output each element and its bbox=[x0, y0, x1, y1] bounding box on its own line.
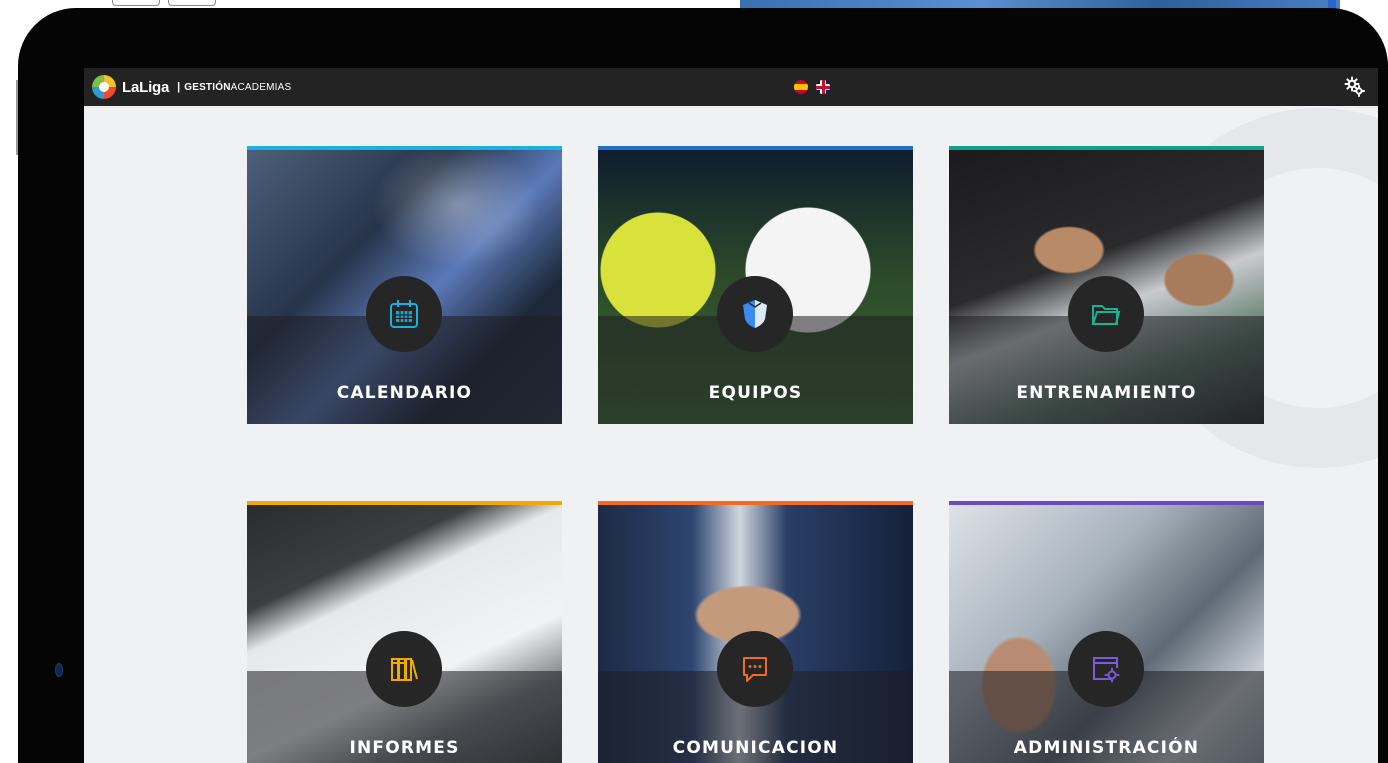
tile-label: INFORMES bbox=[349, 738, 460, 758]
tile-accent-line bbox=[598, 501, 913, 505]
tile-label: ADMINISTRACIÓN bbox=[1013, 738, 1200, 758]
tile-administracion[interactable]: ADMINISTRACIÓN bbox=[949, 501, 1264, 763]
tablet-frame: LaLiga | GESTIÓN ACADEMIAS CALENDARIO EQ… bbox=[18, 8, 1388, 763]
tile-informes[interactable]: INFORMES bbox=[247, 501, 562, 763]
settings-window-icon bbox=[1068, 631, 1144, 707]
chat-icon bbox=[717, 631, 793, 707]
brand-logo[interactable]: LaLiga | GESTIÓN ACADEMIAS bbox=[92, 74, 291, 100]
gears-icon[interactable] bbox=[1344, 76, 1366, 98]
brand-academias: ACADEMIAS bbox=[230, 81, 292, 93]
tile-accent-line bbox=[247, 501, 562, 505]
tile-comunicacion[interactable]: COMUNICACION bbox=[598, 501, 913, 763]
tile-equipos[interactable]: EQUIPOS bbox=[598, 146, 913, 424]
logo-text: LaLiga bbox=[122, 78, 170, 96]
tile-accent-line bbox=[949, 501, 1264, 505]
brand-gestion: GESTIÓN bbox=[184, 81, 231, 93]
folder-icon bbox=[1068, 276, 1144, 352]
shield-icon bbox=[717, 276, 793, 352]
calendar-icon bbox=[366, 276, 442, 352]
tile-accent-line bbox=[598, 146, 913, 150]
books-icon bbox=[366, 631, 442, 707]
device-buttons bbox=[112, 0, 216, 6]
tile-accent-line bbox=[247, 146, 562, 150]
device-mockup: LaLiga | GESTIÓN ACADEMIAS CALENDARIO EQ… bbox=[0, 0, 1388, 763]
uk-flag-icon[interactable] bbox=[816, 80, 830, 94]
tile-calendario[interactable]: CALENDARIO bbox=[247, 146, 562, 424]
tile-label: CALENDARIO bbox=[336, 383, 473, 403]
tile-label: EQUIPOS bbox=[708, 383, 803, 403]
brand-separator: | bbox=[177, 81, 181, 93]
top-bar: LaLiga | GESTIÓN ACADEMIAS bbox=[84, 68, 1378, 106]
spain-flag-icon[interactable] bbox=[794, 80, 808, 94]
laliga-logo-icon bbox=[92, 75, 116, 99]
language-selector bbox=[794, 80, 830, 94]
tile-label: ENTRENAMIENTO bbox=[1016, 383, 1197, 403]
tile-accent-line bbox=[949, 146, 1264, 150]
camera-icon bbox=[55, 663, 63, 677]
tile-entrenamiento[interactable]: ENTRENAMIENTO bbox=[949, 146, 1264, 424]
tile-label: COMUNICACION bbox=[672, 738, 839, 758]
app-screen: LaLiga | GESTIÓN ACADEMIAS CALENDARIO EQ… bbox=[84, 68, 1378, 763]
